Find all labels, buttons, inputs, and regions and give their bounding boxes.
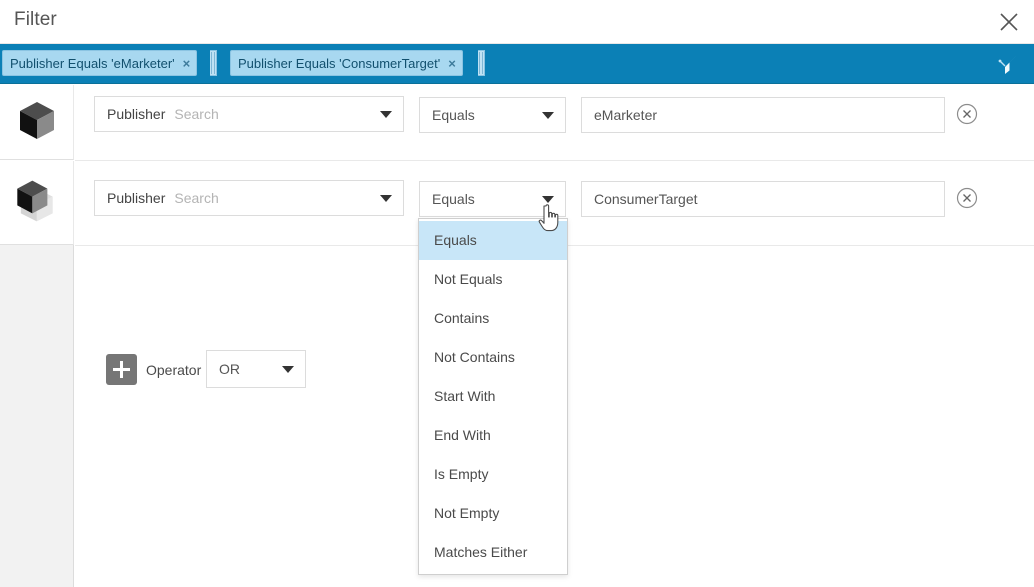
- filter-chip-label: Publisher Equals 'eMarketer': [10, 55, 175, 71]
- dropdown-option-end-with[interactable]: End With: [419, 416, 567, 455]
- dropdown-option-contains[interactable]: Contains: [419, 299, 567, 338]
- close-icon: [1000, 13, 1018, 31]
- row-2-value-input[interactable]: ConsumerTarget: [581, 181, 945, 217]
- row-2-field-select[interactable]: Publisher Search: [94, 180, 404, 216]
- chevron-down-icon: [542, 112, 554, 119]
- row-divider: [75, 160, 1034, 161]
- filter-chip-label: Publisher Equals 'ConsumerTarget': [238, 55, 441, 71]
- row-1-value-input[interactable]: eMarketer: [581, 97, 945, 133]
- filter-chip-remove-icon[interactable]: ×: [446, 57, 458, 70]
- filter-chip-2-drag-handle[interactable]: [478, 50, 485, 76]
- funnel-glyph: [998, 56, 1016, 74]
- filter-chip-1[interactable]: Publisher Equals 'eMarketer' ×: [2, 50, 198, 76]
- row-2-field-placeholder: Search: [174, 190, 219, 206]
- active-filters-bar: Publisher Equals 'eMarketer' × Publisher…: [0, 44, 1034, 84]
- dropdown-option-not-empty[interactable]: Not Empty: [419, 494, 567, 533]
- dialog-titlebar: Filter: [0, 0, 1034, 44]
- row-1-gutter: [0, 85, 74, 160]
- dropdown-option-start-with[interactable]: Start With: [419, 377, 567, 416]
- close-button[interactable]: [992, 5, 1026, 39]
- row-1-field-label: Publisher: [107, 106, 166, 122]
- row-1-remove-button[interactable]: [956, 103, 978, 125]
- chevron-down-icon: [380, 195, 392, 202]
- operator-select[interactable]: OR: [206, 350, 306, 388]
- filter-chip-2[interactable]: Publisher Equals 'ConsumerTarget' ×: [230, 50, 463, 76]
- add-condition-button[interactable]: [106, 354, 137, 385]
- row-2-field-label: Publisher: [107, 190, 166, 206]
- cube-icon[interactable]: [12, 178, 58, 224]
- row-2-operator-select[interactable]: Equals: [419, 181, 566, 217]
- remove-circle-icon: [956, 103, 978, 125]
- page-title: Filter: [14, 9, 57, 30]
- row-2-remove-button[interactable]: [956, 187, 978, 209]
- row-1-field-placeholder: Search: [174, 106, 219, 122]
- operator-label: Operator: [146, 362, 202, 378]
- chevron-down-icon: [542, 196, 554, 203]
- dropdown-option-equals[interactable]: Equals: [419, 221, 567, 260]
- dropdown-option-matches-either[interactable]: Matches Either: [419, 533, 567, 572]
- row-1-field-select[interactable]: Publisher Search: [94, 96, 404, 132]
- operator-value: OR: [219, 361, 240, 377]
- row-2-value-text: ConsumerTarget: [594, 191, 698, 207]
- filter-chip-1-drag-handle[interactable]: [210, 50, 217, 76]
- dropdown-option-not-equals[interactable]: Not Equals: [419, 260, 567, 299]
- row-1-value-text: eMarketer: [594, 107, 658, 123]
- chevron-down-icon: [282, 366, 294, 373]
- dropdown-option-is-empty[interactable]: Is Empty: [419, 455, 567, 494]
- gutter-background: [0, 245, 74, 587]
- filter-chip-remove-icon[interactable]: ×: [181, 57, 193, 70]
- operator-dropdown-menu[interactable]: Equals Not Equals Contains Not Contains …: [418, 218, 568, 575]
- funnel-icon[interactable]: [996, 53, 1020, 77]
- row-2-operator-value: Equals: [432, 191, 475, 207]
- dropdown-option-not-contains[interactable]: Not Contains: [419, 338, 567, 377]
- row-1-operator-value: Equals: [432, 107, 475, 123]
- row-1-operator-select[interactable]: Equals: [419, 97, 566, 133]
- chevron-down-icon: [380, 111, 392, 118]
- cube-icon[interactable]: [14, 98, 60, 144]
- remove-circle-icon: [956, 187, 978, 209]
- row-2-gutter: [0, 161, 74, 245]
